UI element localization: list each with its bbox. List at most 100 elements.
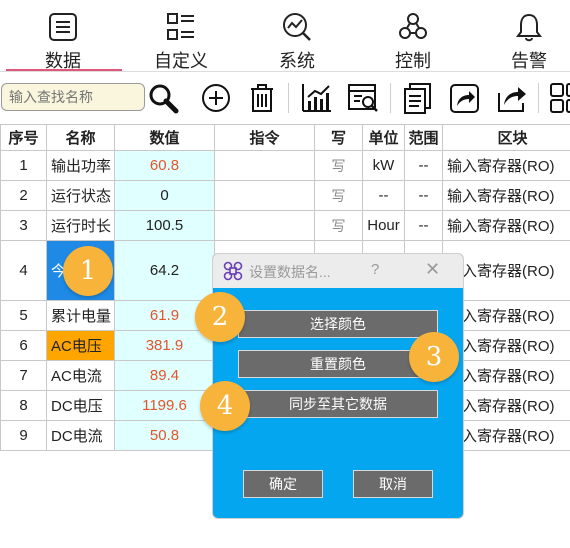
document-button[interactable]: [401, 81, 435, 115]
row-index: 4: [0, 240, 47, 301]
reset-color-button[interactable]: 重置颜色: [238, 350, 438, 378]
bell-icon: [516, 13, 542, 42]
close-icon[interactable]: ✕: [425, 259, 440, 280]
export-button[interactable]: [495, 81, 529, 115]
row-index: 6: [0, 330, 47, 361]
tab-label: 系统: [279, 51, 315, 71]
row-name[interactable]: 运行状态: [46, 180, 115, 211]
row-range: --: [404, 210, 443, 241]
delete-icon: [251, 84, 273, 112]
table-search-icon: [348, 84, 378, 112]
toolbar-separator: [390, 83, 391, 113]
share-icon: [450, 84, 479, 113]
set-data-name-dialog: 设置数据名... ? ✕ 选择颜色 重置颜色 同步至其它数据 确定 取消: [212, 253, 464, 519]
callout-badge: 2: [195, 292, 245, 342]
search-button[interactable]: [146, 81, 180, 115]
tab-label: 告警: [511, 51, 547, 71]
delete-button[interactable]: [245, 81, 279, 115]
column-header-command: 指令: [214, 124, 315, 151]
divider: [0, 71, 570, 72]
table-search-button[interactable]: [346, 81, 380, 115]
row-value[interactable]: 60.8: [114, 150, 215, 181]
dialog-title: 设置数据名...: [249, 264, 331, 280]
column-header-block: 区块: [442, 124, 570, 151]
row-value[interactable]: 381.9: [114, 330, 215, 361]
row-index: 8: [0, 390, 47, 421]
row-index: 2: [0, 180, 47, 211]
tab-custom[interactable]: 自定义: [126, 0, 236, 72]
column-header-write: 写: [314, 124, 363, 151]
help-icon[interactable]: ?: [371, 261, 379, 278]
row-command[interactable]: [214, 180, 315, 211]
tab-alarm[interactable]: 告警: [474, 0, 570, 72]
app-logo-icon: [223, 261, 243, 281]
row-unit: --: [362, 180, 405, 211]
table-header-row: 序号 名称 数值 指令 写 单位 范围 区块: [0, 124, 570, 151]
column-header-name: 名称: [46, 124, 115, 151]
column-header-value: 数值: [114, 124, 215, 151]
search-icon: [149, 84, 179, 114]
select-color-button[interactable]: 选择颜色: [238, 310, 438, 338]
callout-badge: 1: [63, 246, 113, 296]
row-name[interactable]: DC电压: [46, 390, 115, 421]
callout-badge: 3: [409, 332, 459, 382]
add-icon: [202, 84, 230, 112]
chart-search-icon: [283, 13, 311, 41]
tab-system[interactable]: 系统: [242, 0, 352, 72]
tab-label: 自定义: [154, 51, 208, 71]
dialog-title-bar[interactable]: 设置数据名... ? ✕: [213, 254, 463, 288]
row-block: 输入寄存器(RO): [442, 180, 570, 211]
row-range: --: [404, 180, 443, 211]
row-value[interactable]: 0: [114, 180, 215, 211]
row-value[interactable]: 100.5: [114, 210, 215, 241]
cancel-button[interactable]: 取消: [353, 470, 433, 498]
row-name[interactable]: DC电流: [46, 420, 115, 451]
row-value[interactable]: 50.8: [114, 420, 215, 451]
search-input[interactable]: [1, 83, 145, 111]
row-range: --: [404, 150, 443, 181]
toolbar: [0, 73, 570, 123]
ok-button[interactable]: 确定: [243, 470, 323, 498]
row-block: 输入寄存器(RO): [442, 210, 570, 241]
row-write-button[interactable]: 写: [314, 210, 363, 241]
tab-data[interactable]: 数据: [8, 0, 118, 72]
row-command[interactable]: [214, 150, 315, 181]
row-value[interactable]: 64.2: [114, 240, 215, 301]
list-icon: [49, 13, 77, 41]
row-index: 5: [0, 300, 47, 331]
row-name[interactable]: AC电流: [46, 360, 115, 391]
row-index: 3: [0, 210, 47, 241]
sync-to-other-data-button[interactable]: 同步至其它数据: [238, 390, 438, 418]
tab-control[interactable]: 控制: [358, 0, 468, 72]
share-button[interactable]: [448, 81, 482, 115]
row-value[interactable]: 89.4: [114, 360, 215, 391]
row-write-button[interactable]: 写: [314, 150, 363, 181]
row-name-highlighted[interactable]: AC电压: [46, 330, 115, 361]
row-unit: Hour: [362, 210, 405, 241]
document-icon: [404, 83, 431, 114]
row-block: 输入寄存器(RO): [442, 150, 570, 181]
line-chart-icon: [302, 84, 331, 112]
table-row[interactable]: 3 运行时长 100.5 写 Hour -- 输入寄存器(RO): [0, 210, 570, 241]
row-write-button[interactable]: 写: [314, 180, 363, 211]
row-unit: kW: [362, 150, 405, 181]
column-header-unit: 单位: [362, 124, 405, 151]
row-command[interactable]: [214, 210, 315, 241]
row-name[interactable]: 输出功率: [46, 150, 115, 181]
nodes-icon: [399, 13, 427, 39]
toolbar-separator: [538, 83, 539, 113]
table-row[interactable]: 1 输出功率 60.8 写 kW -- 输入寄存器(RO): [0, 150, 570, 181]
add-button[interactable]: [199, 81, 233, 115]
grid-list-icon: [167, 13, 194, 40]
row-index: 1: [0, 150, 47, 181]
table-row[interactable]: 2 运行状态 0 写 -- -- 输入寄存器(RO): [0, 180, 570, 211]
row-name[interactable]: 累计电量: [46, 300, 115, 331]
chart-button[interactable]: [300, 81, 334, 115]
row-name[interactable]: 运行时长: [46, 210, 115, 241]
apps-button[interactable]: [548, 81, 570, 115]
apps-icon: [550, 83, 570, 113]
column-header-range: 范围: [404, 124, 443, 151]
callout-badge: 4: [200, 381, 250, 431]
tab-label: 控制: [395, 51, 431, 71]
toolbar-separator: [288, 83, 289, 113]
